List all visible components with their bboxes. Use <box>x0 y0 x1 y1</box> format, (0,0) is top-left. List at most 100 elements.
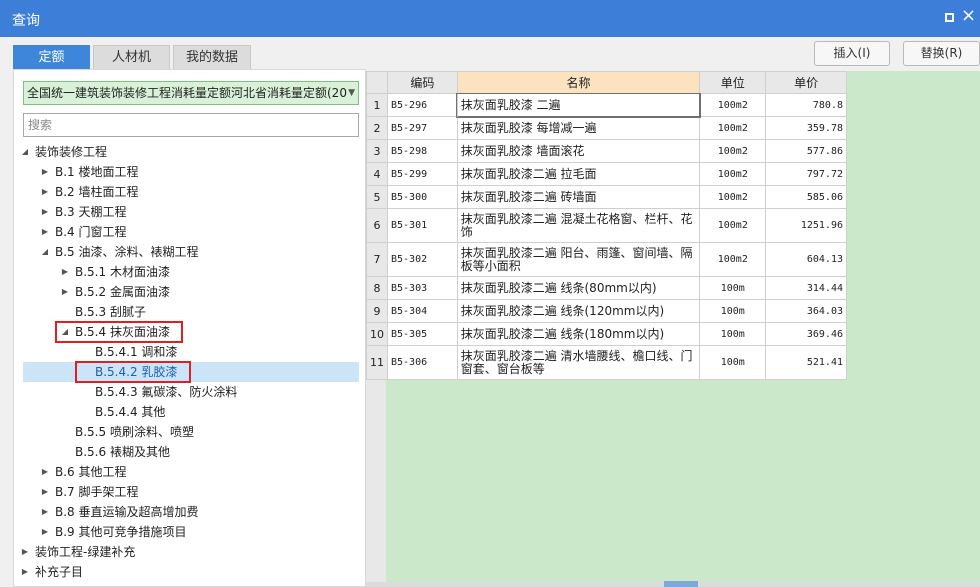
tree-node[interactable]: B.5.6 裱糊及其他 <box>23 442 359 462</box>
cell-price[interactable]: 797.72 <box>765 162 847 186</box>
row-number[interactable]: 7 <box>366 242 388 277</box>
collapse-arrow-icon[interactable]: ▶ <box>39 202 51 222</box>
tree-node[interactable]: B.5.4.3 氟碳漆、防火涂料 <box>23 382 359 402</box>
tree-node[interactable]: B.5.5 喷刷涂料、喷塑 <box>23 422 359 442</box>
cell-unit[interactable]: 100m <box>699 276 767 300</box>
row-number[interactable]: 3 <box>366 139 388 163</box>
tree-node[interactable]: B.5.3 刮腻子 <box>23 302 359 322</box>
table-row[interactable]: 6 B5-301 抹灰面乳胶漆二遍 混凝土花格窗、栏杆、花饰 100m2 1251.96 <box>366 208 847 243</box>
cell-unit[interactable]: 100m2 <box>699 162 767 186</box>
cell-price[interactable]: 604.13 <box>765 242 847 277</box>
row-number[interactable]: 4 <box>366 162 388 186</box>
cell-code[interactable]: B5-305 <box>387 322 458 346</box>
cell-unit[interactable]: 100m <box>699 322 767 346</box>
cell-unit[interactable]: 100m <box>699 299 767 323</box>
tree-node[interactable]: ▶ B.9 其他可竞争措施项目 <box>23 522 359 542</box>
cell-name[interactable]: 抹灰面乳胶漆二遍 线条(120mm以内) <box>456 299 701 323</box>
row-number[interactable]: 9 <box>366 299 388 323</box>
cell-code[interactable]: B5-303 <box>387 276 458 300</box>
collapse-arrow-icon[interactable]: ▶ <box>59 282 71 302</box>
cell-price[interactable]: 577.86 <box>765 139 847 163</box>
cell-name[interactable]: 抹灰面乳胶漆 墙面滚花 <box>456 139 701 163</box>
table-row[interactable]: 2 B5-297 抹灰面乳胶漆 每增减一遍 100m2 359.78 <box>366 116 847 140</box>
collapse-arrow-icon[interactable]: ▶ <box>39 162 51 182</box>
collapse-arrow-icon[interactable]: ▶ <box>19 542 31 562</box>
tree-node[interactable]: ◢ 装饰装修工程 <box>22 142 359 162</box>
cell-code[interactable]: B5-302 <box>387 242 458 277</box>
cell-price[interactable]: 585.06 <box>765 185 847 209</box>
tree-node[interactable]: ▶ B.1 楼地面工程 <box>23 162 359 182</box>
table-row[interactable]: 11 B5-306 抹灰面乳胶漆二遍 清水墙腰线、檐口线、门窗套、窗台板等 100m 5… <box>366 345 847 380</box>
close-icon[interactable]: × <box>961 6 976 26</box>
collapse-arrow-icon[interactable]: ▶ <box>39 482 51 502</box>
cell-price[interactable]: 780.8 <box>765 93 847 117</box>
cell-price[interactable]: 369.46 <box>765 322 847 346</box>
row-number[interactable]: 2 <box>366 116 388 140</box>
table-row[interactable]: 9 B5-304 抹灰面乳胶漆二遍 线条(120mm以内) 100m 364.03 <box>366 299 847 323</box>
collapse-arrow-icon[interactable]: ▶ <box>39 502 51 522</box>
tree-node[interactable]: B.5.4.1 调和漆 <box>23 342 359 362</box>
cell-name[interactable]: 抹灰面乳胶漆二遍 清水墙腰线、檐口线、门窗套、窗台板等 <box>456 345 701 380</box>
column-header-price[interactable]: 单价 <box>765 71 847 94</box>
cell-code[interactable]: B5-299 <box>387 162 458 186</box>
cell-code[interactable]: B5-301 <box>387 208 458 243</box>
column-header-name[interactable]: 名称 <box>456 71 701 94</box>
tree-node[interactable]: ▶ B.5.2 金属面油漆 <box>23 282 359 302</box>
cell-unit[interactable]: 100m2 <box>699 185 767 209</box>
tree-node[interactable]: ▶ 补充子目 <box>22 562 359 582</box>
tab-labor-material-machine[interactable]: 人材机 <box>93 45 170 69</box>
table-row[interactable]: 3 B5-298 抹灰面乳胶漆 墙面滚花 100m2 577.86 <box>366 139 847 163</box>
cell-price[interactable]: 314.44 <box>765 276 847 300</box>
tree-node[interactable]: B.5.4.4 其他 <box>23 402 359 422</box>
cell-name[interactable]: 抹灰面乳胶漆二遍 阳台、雨篷、窗间墙、隔板等小面积 <box>456 242 701 277</box>
insert-button[interactable]: 插入(I) <box>814 41 890 66</box>
table-row[interactable]: 7 B5-302 抹灰面乳胶漆二遍 阳台、雨篷、窗间墙、隔板等小面积 100m2 604… <box>366 242 847 277</box>
row-number[interactable]: 11 <box>366 345 388 380</box>
row-number[interactable]: 8 <box>366 276 388 300</box>
tree-node[interactable]: B.5.4.2 乳胶漆 <box>23 362 359 382</box>
tree-node[interactable]: ▶ B.4 门窗工程 <box>23 222 359 242</box>
scrollbar-thumb[interactable] <box>664 581 698 587</box>
collapse-arrow-icon[interactable]: ▶ <box>39 462 51 482</box>
cell-price[interactable]: 521.41 <box>765 345 847 380</box>
cell-unit[interactable]: 100m2 <box>699 93 767 117</box>
cell-name[interactable]: 抹灰面乳胶漆 每增减一遍 <box>456 116 701 140</box>
expand-arrow-icon[interactable]: ◢ <box>19 142 31 162</box>
cell-price[interactable]: 364.03 <box>765 299 847 323</box>
cell-unit[interactable]: 100m2 <box>699 208 767 243</box>
row-number[interactable]: 6 <box>366 208 388 243</box>
table-row[interactable]: 1 B5-296 抹灰面乳胶漆 二遍 100m2 780.8 <box>366 92 847 118</box>
column-header-code[interactable]: 编码 <box>387 71 458 94</box>
table-row[interactable]: 10 B5-305 抹灰面乳胶漆二遍 线条(180mm以内) 100m 369.46 <box>366 322 847 346</box>
cell-name[interactable]: 抹灰面乳胶漆二遍 混凝土花格窗、栏杆、花饰 <box>456 208 701 243</box>
table-row[interactable]: 5 B5-300 抹灰面乳胶漆二遍 砖墙面 100m2 585.06 <box>366 185 847 209</box>
expand-arrow-icon[interactable]: ◢ <box>59 322 71 342</box>
cell-price[interactable]: 359.78 <box>765 116 847 140</box>
table-row[interactable]: 4 B5-299 抹灰面乳胶漆二遍 拉毛面 100m2 797.72 <box>366 162 847 186</box>
cell-name[interactable]: 抹灰面乳胶漆二遍 线条(180mm以内) <box>456 322 701 346</box>
tab-quota[interactable]: 定额 <box>13 45 90 69</box>
collapse-arrow-icon[interactable]: ▶ <box>19 562 31 582</box>
quota-library-select[interactable]: 全国统一建筑装饰装修工程消耗量定额河北省消耗量定额(20 ▼ <box>23 81 359 105</box>
tree-node[interactable]: ▶ B.6 其他工程 <box>23 462 359 482</box>
cell-code[interactable]: B5-296 <box>387 93 458 117</box>
tree-node[interactable]: ▶ B.7 脚手架工程 <box>23 482 359 502</box>
cell-unit[interactable]: 100m <box>699 345 767 380</box>
tree-node[interactable]: ▶ B.8 垂直运输及超高增加费 <box>23 502 359 522</box>
cell-price[interactable]: 1251.96 <box>765 208 847 243</box>
collapse-arrow-icon[interactable]: ▶ <box>59 262 71 282</box>
cell-unit[interactable]: 100m2 <box>699 139 767 163</box>
row-number[interactable]: 5 <box>366 185 388 209</box>
maximize-icon[interactable] <box>945 13 954 22</box>
cell-unit[interactable]: 100m2 <box>699 242 767 277</box>
row-number[interactable]: 10 <box>366 322 388 346</box>
cell-name[interactable]: 抹灰面乳胶漆二遍 砖墙面 <box>456 185 701 209</box>
search-input[interactable] <box>23 113 359 137</box>
tab-my-data[interactable]: 我的数据 <box>173 45 251 69</box>
cell-code[interactable]: B5-297 <box>387 116 458 140</box>
row-number[interactable]: 1 <box>366 93 388 117</box>
collapse-arrow-icon[interactable]: ▶ <box>39 522 51 542</box>
tree-node[interactable]: ▶ 装饰工程-绿建补充 <box>22 542 359 562</box>
cell-code[interactable]: B5-306 <box>387 345 458 380</box>
cell-name[interactable]: 抹灰面乳胶漆二遍 拉毛面 <box>456 162 701 186</box>
